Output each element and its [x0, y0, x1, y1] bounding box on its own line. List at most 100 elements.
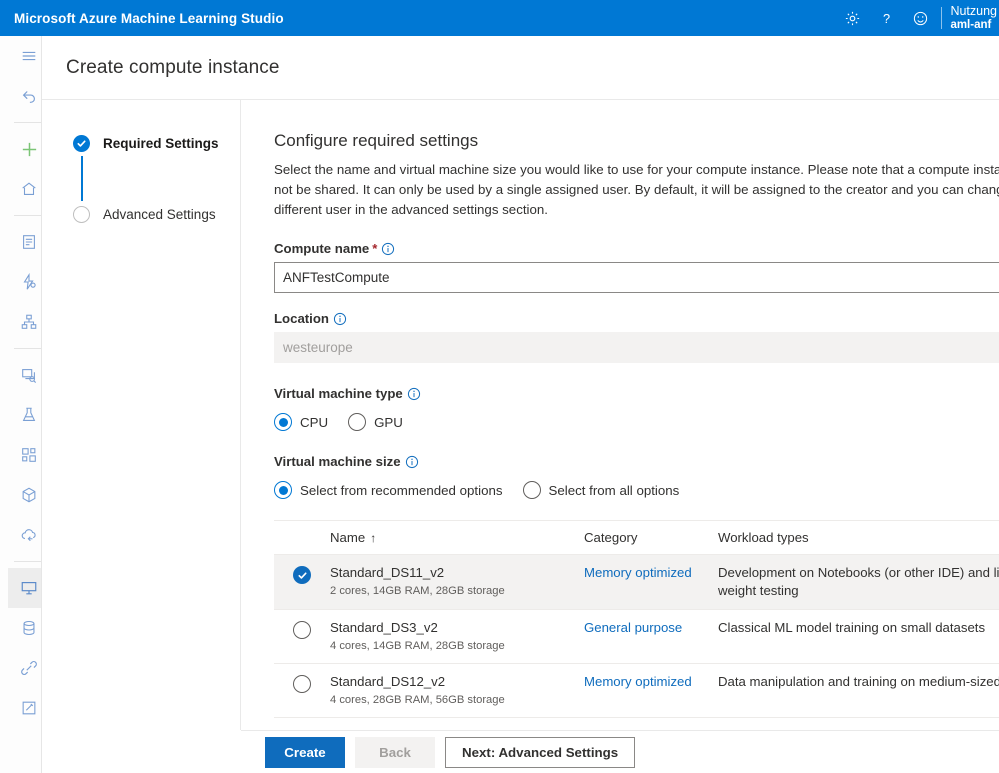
- vm-size-option-recommended-label: Select from recommended options: [300, 482, 503, 498]
- row-workload-cell: Classical ML model training on small dat…: [718, 620, 986, 635]
- svg-text:?: ?: [883, 10, 890, 25]
- vm-specs: 4 cores, 14GB RAM, 28GB storage: [330, 640, 505, 652]
- vm-size-option-recommended[interactable]: Select from recommended options: [274, 481, 503, 499]
- vm-name: Standard_DS11_v2: [330, 565, 445, 580]
- row-category-cell: Memory optimized: [584, 673, 718, 691]
- sort-ascending-icon: ↑: [370, 531, 377, 545]
- row-category-cell: General purpose: [584, 619, 718, 637]
- vm-category: General purpose: [584, 620, 683, 635]
- radio-unselected-icon: [522, 481, 541, 499]
- radio-selected-checkmark-icon: [293, 566, 311, 584]
- vm-size-radio-group: Select from recommended options Select f…: [274, 481, 999, 499]
- vm-type-label: Virtual machine type: [274, 386, 403, 401]
- required-settings-form: Configure required settings Select the n…: [241, 100, 999, 730]
- info-circle-icon[interactable]: [333, 312, 347, 326]
- vm-specs: 2 cores, 14GB RAM, 28GB storage: [330, 585, 505, 597]
- row-name-cell: Standard_DS11_v2 2 cores, 14GB RAM, 28GB…: [330, 564, 584, 599]
- question-mark-icon[interactable]: ?: [869, 0, 903, 36]
- gear-icon[interactable]: [835, 0, 869, 36]
- datastores-icon[interactable]: [8, 608, 41, 648]
- tenant-info[interactable]: Nutzung aml-anf: [950, 0, 999, 36]
- notebooks-icon[interactable]: [8, 222, 41, 262]
- new-plus-icon[interactable]: [8, 129, 41, 169]
- create-button[interactable]: Create: [265, 736, 345, 768]
- checkmark-icon: [73, 134, 90, 152]
- vm-size-option-all[interactable]: Select from all options: [522, 481, 680, 499]
- location-group: Location: [274, 311, 999, 363]
- table-row[interactable]: Standard_DS11_v2 2 cores, 14GB RAM, 28GB…: [274, 555, 999, 610]
- location-label: Location: [274, 311, 329, 326]
- row-workload-cell: Data manipulation and training on medium…: [718, 674, 999, 689]
- automated-ml-icon[interactable]: [8, 262, 41, 302]
- vm-category: Memory optimized: [584, 674, 692, 689]
- row-select-cell[interactable]: [274, 673, 330, 693]
- table-row[interactable]: Standard_DS12_v2 4 cores, 28GB RAM, 56GB…: [274, 664, 999, 718]
- table-header-row: Name ↑ Category Workload types: [274, 521, 999, 555]
- azure-ml-studio-app: Microsoft Azure Machine Learning Studio …: [0, 0, 999, 773]
- vm-specs: 4 cores, 28GB RAM, 56GB storage: [330, 694, 505, 706]
- home-icon[interactable]: [8, 169, 41, 209]
- section-title: Configure required settings: [274, 131, 479, 150]
- smiley-face-icon[interactable]: [903, 0, 937, 36]
- vm-size-table: Name ↑ Category Workload types Standard_D…: [274, 520, 999, 718]
- row-category-cell: Memory optimized: [584, 564, 718, 582]
- labeling-icon[interactable]: [8, 688, 41, 728]
- page-header: Create compute instance: [42, 36, 999, 100]
- compute-name-group: Compute name *: [274, 241, 999, 293]
- tenant-workspace: aml-anf: [950, 18, 992, 31]
- table-header-workload[interactable]: Workload types: [718, 530, 999, 545]
- experiments-flask-icon[interactable]: [8, 395, 41, 435]
- vm-type-option-gpu[interactable]: GPU: [348, 413, 403, 431]
- topbar-actions: ? Nutzung aml-anf: [835, 0, 999, 36]
- page-title: Create compute instance: [66, 56, 280, 78]
- vm-name: Standard_DS3_v2: [330, 620, 438, 635]
- table-row[interactable]: Standard_DS3_v2 4 cores, 14GB RAM, 28GB …: [274, 610, 999, 664]
- vm-type-option-gpu-label: GPU: [374, 414, 403, 430]
- models-cube-icon[interactable]: [8, 475, 41, 515]
- vm-size-label: Virtual machine size: [274, 454, 401, 469]
- vm-size-option-all-label: Select from all options: [548, 482, 680, 498]
- compute-name-input[interactable]: [274, 262, 999, 293]
- wizard-step-connector: [81, 156, 83, 201]
- empty-circle-icon: [73, 205, 90, 223]
- compute-name-label-row: Compute name *: [274, 241, 999, 256]
- info-circle-icon[interactable]: [405, 455, 419, 469]
- wizard-step-label-advanced: Advanced Settings: [103, 206, 216, 222]
- wizard-step-required-settings[interactable]: Required Settings: [42, 133, 240, 153]
- radio-selected-icon: [274, 481, 292, 499]
- vm-name: Standard_DS12_v2: [330, 674, 446, 689]
- vm-category: Memory optimized: [584, 565, 692, 580]
- wizard-step-advanced-settings[interactable]: Advanced Settings: [42, 204, 240, 224]
- vm-type-group: Virtual machine type CPU GPU: [274, 386, 999, 431]
- linked-services-icon[interactable]: [8, 648, 41, 688]
- compute-monitor-icon[interactable]: [8, 568, 41, 608]
- table-header-name[interactable]: Name ↑: [330, 530, 584, 545]
- table-header-category[interactable]: Category: [584, 530, 718, 545]
- row-select-cell[interactable]: [274, 619, 330, 639]
- radio-unselected-icon: [293, 675, 311, 693]
- radio-selected-icon: [274, 413, 292, 431]
- pipelines-icon[interactable]: [8, 435, 41, 475]
- vm-type-option-cpu[interactable]: CPU: [274, 413, 328, 431]
- back-arrow-icon[interactable]: [8, 76, 41, 116]
- designer-icon[interactable]: [8, 302, 41, 342]
- compute-name-label: Compute name: [274, 241, 370, 256]
- table-header-name-label: Name: [330, 530, 366, 545]
- endpoints-cloud-icon[interactable]: [8, 515, 41, 555]
- row-workload-cell: Development on Notebooks (or other IDE) …: [718, 565, 999, 598]
- rail-divider-3: A: [14, 348, 41, 349]
- vm-type-radio-group: CPU GPU: [274, 413, 999, 431]
- row-select-cell[interactable]: [274, 564, 330, 584]
- hamburger-menu-icon[interactable]: [8, 36, 41, 76]
- radio-unselected-icon: [293, 621, 311, 639]
- form-action-bar: Create Back Next: Advanced Settings: [241, 730, 999, 773]
- datasets-icon[interactable]: [8, 355, 41, 395]
- topbar-divider: [941, 7, 943, 29]
- back-button: Back: [355, 736, 435, 768]
- info-circle-icon[interactable]: [407, 387, 421, 401]
- app-brand-title: Microsoft Azure Machine Learning Studio: [14, 10, 284, 26]
- vm-size-group: Virtual machine size Select from recomme…: [274, 454, 999, 499]
- info-circle-icon[interactable]: [381, 242, 395, 256]
- section-description: Select the name and virtual machine size…: [274, 162, 999, 217]
- next-advanced-settings-button[interactable]: Next: Advanced Settings: [445, 736, 636, 768]
